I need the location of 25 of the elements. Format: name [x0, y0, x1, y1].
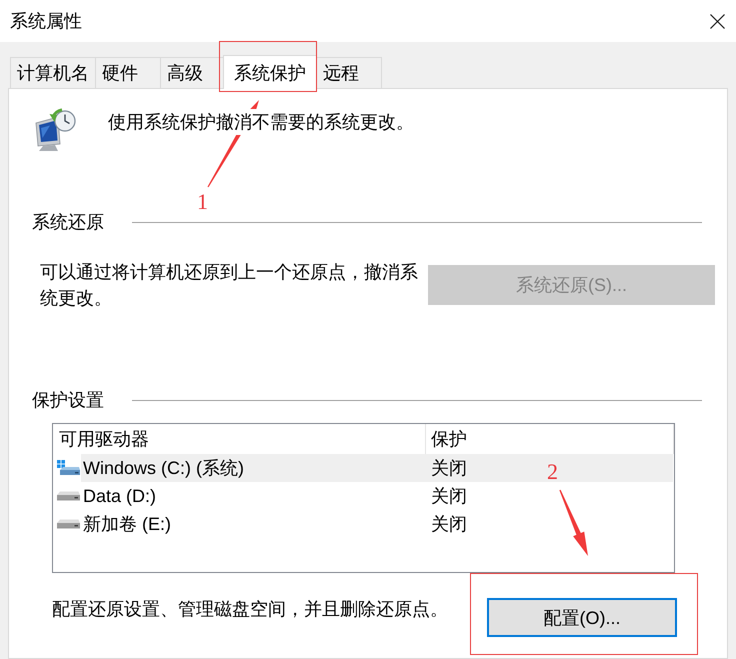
protection-status: 关闭 [430, 457, 467, 480]
monitor-clock-icon [33, 108, 77, 152]
configure-description: 配置还原设置、管理磁盘空间，并且删除还原点。 [52, 598, 449, 621]
restore-description: 可以通过将计算机还原到上一个还原点，撤消系统更改。 [40, 261, 419, 310]
windows-drive-icon [57, 460, 80, 476]
section-heading: 保护设置 [32, 389, 104, 412]
annotation-arrow [559, 490, 588, 556]
configure-button[interactable]: 配置(O)... [487, 598, 677, 637]
drive-icon [57, 519, 80, 529]
close-button[interactable] [710, 14, 725, 28]
annotation-number: 1 [197, 190, 208, 214]
column-header[interactable]: 可用驱动器 [53, 424, 425, 454]
tab[interactable]: 计算机名 [10, 57, 96, 88]
close-icon [710, 14, 725, 28]
annotation-number: 2 [547, 460, 558, 484]
drive-name: Data (D:) [82, 486, 158, 506]
drive-icon [57, 491, 80, 501]
protection-status: 关闭 [430, 485, 467, 508]
tab[interactable]: 系统保护 [223, 55, 317, 89]
drive-name: 新加卷 (E:) [82, 513, 172, 536]
protection-status: 关闭 [430, 513, 467, 536]
section-heading: 系统还原 [32, 211, 104, 234]
tab[interactable]: 远程 [316, 57, 382, 88]
drive-name: Windows (C:) (系统) [82, 457, 245, 480]
window-title: 系统属性 [10, 10, 82, 33]
